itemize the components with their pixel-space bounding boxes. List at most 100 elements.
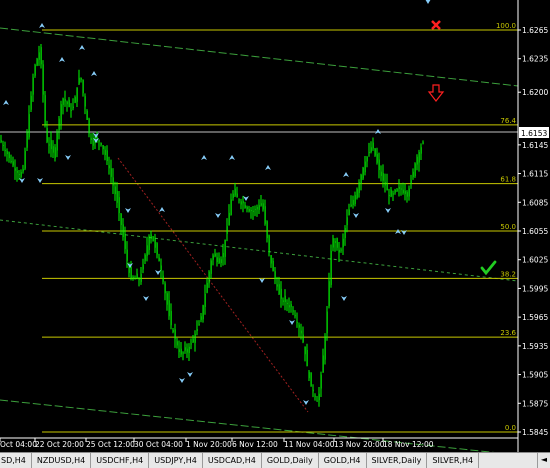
fractal-down-arrow-icon [179,378,185,383]
candle-body [112,177,114,186]
candle-body [110,168,112,177]
candle-body [288,305,290,308]
candle-body [168,300,170,317]
tab-gold-daily[interactable]: GOLD,Daily [262,453,319,468]
date-label: 22 Oct 20:00 [35,440,84,449]
candle-body [184,347,186,351]
fractal-down-arrow-icon [155,270,161,275]
candle-body [124,234,126,249]
candle-body [144,254,146,261]
candle-body [176,341,178,346]
delete-x-icon[interactable] [431,20,441,30]
fractal-down-arrow-icon [303,400,309,405]
tab-nzdusd-h4[interactable]: NZDUSD,H4 [32,453,92,468]
candle-body [294,315,296,317]
date-label: 18 Nov 12:00 [383,440,434,449]
date-label: 30 Oct 04:00 [134,440,183,449]
candle-body [282,300,284,302]
candle-body [114,186,116,195]
candle-body [214,253,216,257]
fractal-down-arrow-icon [127,263,133,268]
candle-body [278,284,280,295]
candle-body [304,346,306,355]
candle-body [58,118,60,131]
date-label: 11 Nov 04:00 [284,440,335,449]
chart-window[interactable]: 100.0 76.4 61.8 50.0 38.2 23.6 0.0 1.6265 1.623… [0,0,550,468]
candle-body [188,346,190,354]
candle-body [216,257,218,263]
candle-body [142,264,144,270]
candle-body [170,311,172,326]
candle-body [46,127,48,142]
candle-body [18,174,20,176]
candle-body [210,260,212,274]
candle-body [66,101,68,105]
candle-body [44,95,46,125]
candle-body [236,193,238,198]
fractal-up-arrow-icon [265,165,271,170]
candle-body [68,99,70,108]
candle-body [310,372,312,387]
price-label: 1.6265 [522,26,548,35]
price-label: 1.6200 [522,88,548,97]
fractal-down-arrow-icon [65,155,71,160]
fib-level-label: 50.0 [500,223,516,231]
candle-body [224,239,226,257]
fractal-down-arrow-icon [215,213,221,218]
candle-body [220,259,222,264]
tab-silver-h4[interactable]: SILVER,H4 [427,453,480,468]
candle-body [378,159,380,170]
candle-body [154,238,156,248]
candle-body [50,140,52,150]
candle-body [362,167,364,179]
candle-body [198,324,200,326]
candle-body [150,234,152,239]
candle-body [404,190,406,194]
candle-body [244,205,246,208]
price-label: 1.6055 [522,227,548,236]
candle-body [132,276,134,279]
tab-usdcad-h4[interactable]: USDCAD,H4 [203,453,262,468]
price-label: 1.5875 [522,399,548,408]
fractal-up-arrow-icon [229,155,235,160]
tab-sd-h4[interactable]: SD,H4 [0,453,32,468]
candle-body [152,236,154,242]
candle-body [116,190,118,203]
candle-body [354,195,356,204]
candle-body [336,237,338,248]
tab-usdjpy-h4[interactable]: USDJPY,H4 [149,453,203,468]
candle-body [422,142,424,144]
candle-body [76,87,78,102]
upper-trendline [0,27,519,87]
price-label: 1.5905 [522,371,548,380]
candle-body [292,310,294,312]
candle-body [382,173,384,181]
candle-body [314,395,316,397]
candle-body [148,235,150,251]
candle-body [4,150,6,152]
sell-arrow-down-icon[interactable] [427,84,445,102]
candle-body [158,257,160,262]
tab-gold-h4[interactable]: GOLD,H4 [319,453,367,468]
candle-body [20,172,22,177]
candle-body [302,334,304,343]
candle-body [250,209,252,211]
candle-body [416,156,418,165]
date-label: 1 Nov 20:00 [186,440,232,449]
candle-body [376,154,378,163]
tab-silver-daily[interactable]: SILVER,Daily [367,453,428,468]
fractal-down-arrow-icon [353,213,359,218]
candle-body [252,210,254,212]
candle-body [48,144,50,146]
candle-body [60,104,62,125]
checkmark-icon[interactable] [480,260,497,276]
tab-usdchf-h4[interactable]: USDCHF,H4 [91,453,150,468]
tab-scroll-left-button[interactable]: ◄ [537,453,550,468]
candle-body [246,207,248,210]
candle-body [284,295,286,302]
candle-body [74,97,76,103]
candle-body [338,249,340,253]
price-chart[interactable]: 100.0 76.4 61.8 50.0 38.2 23.6 0.0 1.6265 1.623… [0,0,550,452]
candle-body [322,355,324,373]
fractal-down-arrow-icon [125,208,131,213]
